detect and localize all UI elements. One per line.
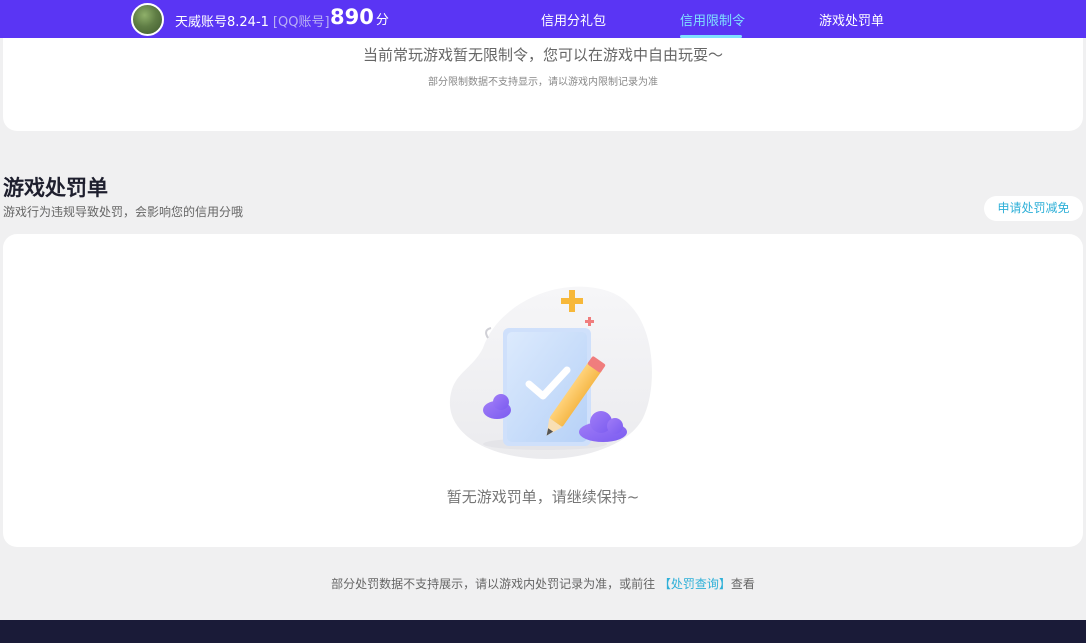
account-name: 天威账号8.24-1 — [175, 15, 269, 30]
restriction-card: 当前常玩游戏暂无限制令，您可以在游戏中自由玩耍～ 部分限制数据不支持显示，请以游… — [3, 24, 1083, 131]
footer-note-suffix: 查看 — [730, 577, 755, 591]
empty-clipboard-illustration-icon — [449, 286, 652, 459]
section-title: 游戏处罚单 — [3, 176, 108, 200]
tab-game-penalty[interactable]: 游戏处罚单 — [819, 10, 884, 29]
footer-note: 部分处罚数据不支持展示，请以游戏内处罚记录为准，或前往 【处罚查询】查看 — [0, 575, 1086, 592]
tab-credit-restriction[interactable]: 信用限制令 — [680, 10, 745, 29]
section-subtitle: 游戏行为违规导致处罚，会影响您的信用分哦 — [3, 205, 244, 219]
top-nav-bar: 天威账号8.24-1 [QQ账号] 890 分 信用分礼包 信用限制令 游戏处罚单 — [0, 0, 1086, 38]
account-info: 天威账号8.24-1 [QQ账号] — [175, 11, 330, 30]
credit-score: 890 分 — [330, 5, 389, 29]
penalty-card: 暂无游戏罚单，请继续保持~ — [3, 234, 1083, 547]
footer-note-text: 部分处罚数据不支持展示，请以游戏内处罚记录为准，或前往 — [331, 577, 656, 591]
restriction-note: 部分限制数据不支持显示，请以游戏内限制记录为准 — [428, 77, 658, 88]
restriction-message: 当前常玩游戏暂无限制令，您可以在游戏中自由玩耍～ — [362, 46, 723, 64]
tab-credit-gift[interactable]: 信用分礼包 — [541, 10, 606, 29]
penalty-query-link[interactable]: 【处罚查询】 — [659, 577, 731, 591]
active-tab-indicator — [680, 35, 742, 38]
bottom-band — [0, 620, 1086, 643]
empty-penalty-message: 暂无游戏罚单，请继续保持~ — [446, 488, 640, 506]
score-unit: 分 — [375, 13, 389, 28]
avatar[interactable] — [131, 3, 164, 36]
apply-reduction-button[interactable]: 申请处罚减免 — [984, 196, 1083, 221]
account-type: [QQ账号] — [272, 15, 330, 30]
score-value: 890 — [330, 5, 374, 29]
